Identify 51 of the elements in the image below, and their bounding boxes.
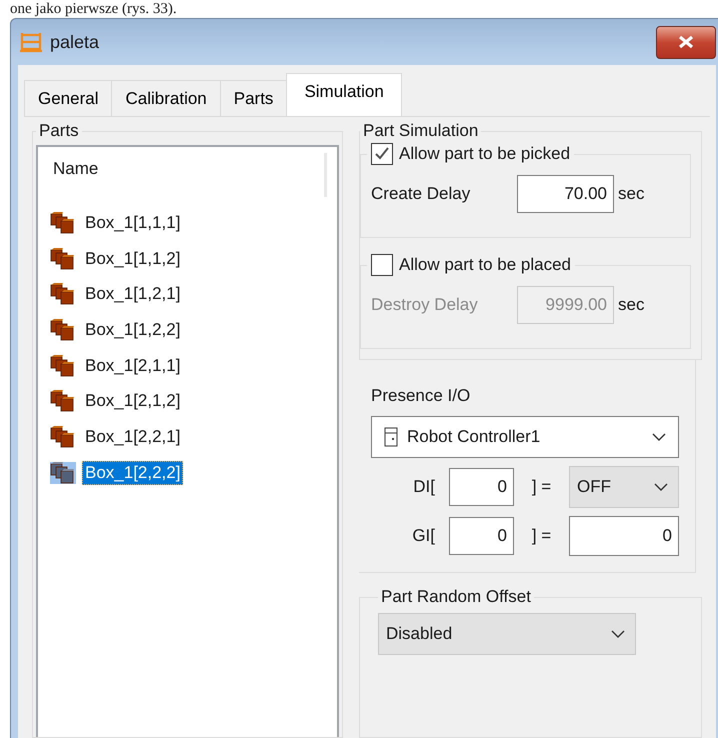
part-item[interactable]: Box_1[1,1,1] [82, 210, 184, 235]
boxes-icon [50, 354, 76, 377]
part-item[interactable]: Box_1[2,1,2] [82, 389, 184, 414]
boxes-icon [50, 212, 76, 234]
unit-label: sec [618, 184, 644, 204]
caret-icon [654, 483, 668, 491]
field-label: Destroy Delay [371, 295, 479, 315]
controller-icon [384, 427, 398, 447]
boxes-icon [50, 390, 76, 412]
part-item[interactable]: Box_1[1,2,2] [82, 318, 184, 342]
field-label: Create Delay [371, 184, 472, 204]
document-text: one jako pierwsze (rys. 33). [10, 0, 177, 18]
io-label: GI[ [411, 526, 436, 546]
tab[interactable]: Simulation [286, 73, 402, 116]
tab[interactable]: General [24, 80, 112, 116]
part-item[interactable]: Box_1[1,1,2] [82, 246, 184, 271]
index-field[interactable]: 0 [449, 517, 514, 555]
index-field[interactable]: 0 [449, 468, 514, 506]
window-title: paleta [50, 32, 100, 52]
checkbox[interactable] [371, 143, 393, 165]
value-field[interactable]: 0 [569, 516, 679, 556]
controller-dropdown[interactable]: Robot Controller1 [371, 416, 679, 458]
boxes-icon [50, 283, 76, 306]
equals-label: ] = [530, 477, 552, 497]
unit-label: sec [618, 295, 644, 315]
part-item[interactable]: Box_1[2,2,2] [82, 460, 184, 485]
boxes-icon [50, 426, 76, 448]
delay-field[interactable]: 70.00 [517, 175, 614, 213]
part-item[interactable]: Box_1[2,2,1] [82, 424, 184, 449]
offset-dropdown[interactable]: Disabled [378, 613, 636, 655]
boxes-icon [50, 318, 76, 341]
io-label: DI[ [412, 477, 436, 497]
group-title: Part Random Offset [380, 587, 532, 607]
caret-icon [652, 433, 666, 441]
equals-label: ] = [530, 526, 552, 546]
section-label: Presence I/O [371, 386, 472, 406]
part-item[interactable]: Box_1[2,1,1] [82, 354, 184, 378]
group-title: Part Simulation [362, 121, 480, 141]
value-dropdown[interactable]: OFF [569, 466, 679, 508]
boxes-icon [50, 462, 76, 484]
boxes-icon [50, 248, 76, 270]
column-header: Name [52, 159, 100, 180]
checkbox[interactable] [371, 254, 393, 276]
checkbox-label: Allow part to be picked [399, 144, 570, 164]
caret-icon [611, 630, 625, 638]
close-icon [677, 35, 695, 49]
pallet-icon [20, 31, 42, 53]
part-item[interactable]: Box_1[1,2,1] [82, 282, 184, 306]
group-title: Parts [38, 121, 80, 141]
checkbox-label: Allow part to be placed [399, 255, 571, 275]
close-button[interactable] [656, 26, 716, 58]
